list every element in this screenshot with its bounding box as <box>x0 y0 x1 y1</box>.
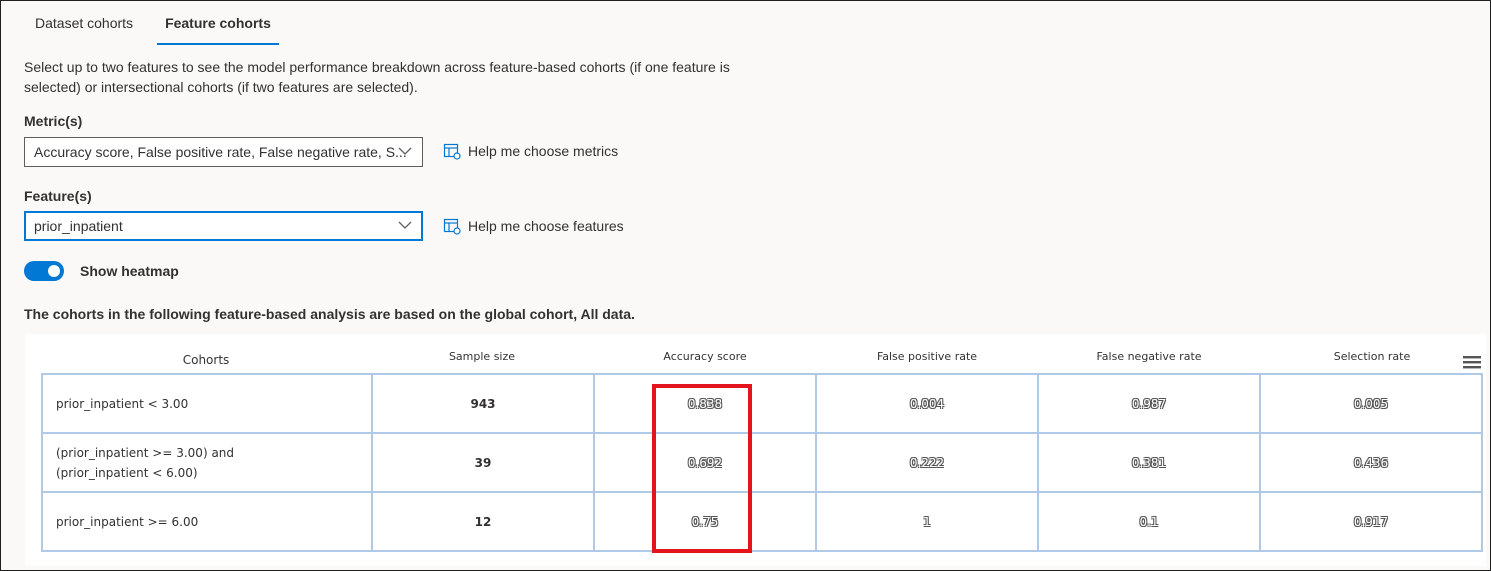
sample-size-cell: 12 <box>371 491 595 552</box>
table-row: prior_inpatient >= 6.00 12 0.75 1 0.1 0.… <box>41 491 1483 552</box>
tab-bar: Dataset cohorts Feature cohorts <box>19 1 287 45</box>
false-negative-rate-cell: 0.987 <box>1037 373 1261 434</box>
selection-rate-cell: 0.005 <box>1259 373 1483 434</box>
tab-feature-cohorts[interactable]: Feature cohorts <box>149 1 287 45</box>
help-choose-metrics-label: Help me choose metrics <box>468 143 619 159</box>
sample-size-cell: 39 <box>371 432 595 493</box>
header-false-negative-rate: False negative rate <box>1096 350 1202 363</box>
cohort-cell: (prior_inpatient >= 3.00) and (prior_inp… <box>41 432 373 493</box>
hamburger-menu-icon[interactable] <box>1463 355 1481 369</box>
cohort-heatmap-table: prior_inpatient < 3.00 943 0.838 0.004 0… <box>41 373 1483 552</box>
help-choose-features-label: Help me choose features <box>468 218 624 234</box>
header-accuracy-score: Accuracy score <box>663 350 747 363</box>
selection-rate-cell: 0.436 <box>1259 432 1483 493</box>
header-false-positive-rate: False positive rate <box>876 350 978 363</box>
false-positive-rate-cell: 0.222 <box>815 432 1039 493</box>
sample-size-cell: 943 <box>371 373 595 434</box>
global-cohort-note: The cohorts in the following feature-bas… <box>24 306 635 322</box>
header-cohorts: Cohorts <box>182 353 230 367</box>
accuracy-cell: 0.692 <box>593 432 817 493</box>
header-selection-rate: Selection rate <box>1333 350 1411 363</box>
chevron-down-icon <box>398 221 412 229</box>
help-choose-features-link[interactable]: Help me choose features <box>443 217 624 235</box>
selection-rate-cell: 0.917 <box>1259 491 1483 552</box>
cohort-cell: prior_inpatient >= 6.00 <box>41 491 373 552</box>
metrics-dropdown-value: Accuracy score, False positive rate, Fal… <box>34 144 407 160</box>
cohort-cell: prior_inpatient < 3.00 <box>41 373 373 434</box>
show-heatmap-label: Show heatmap <box>80 263 179 279</box>
false-positive-rate-cell: 0.004 <box>815 373 1039 434</box>
help-table-icon <box>443 218 461 235</box>
metrics-dropdown[interactable]: Accuracy score, False positive rate, Fal… <box>24 137 423 167</box>
false-positive-rate-cell: 1 <box>815 491 1039 552</box>
help-choose-metrics-link[interactable]: Help me choose metrics <box>443 142 618 160</box>
show-heatmap-toggle[interactable] <box>24 261 64 281</box>
table-row: prior_inpatient < 3.00 943 0.838 0.004 0… <box>41 373 1483 434</box>
help-table-icon <box>443 143 461 160</box>
features-label: Feature(s) <box>24 188 92 204</box>
features-dropdown[interactable]: prior_inpatient <box>24 211 423 241</box>
false-negative-rate-cell: 0.381 <box>1037 432 1261 493</box>
features-dropdown-value: prior_inpatient <box>34 218 123 234</box>
intro-text: Select up to two features to see the mod… <box>24 59 730 95</box>
chevron-down-icon <box>398 147 412 155</box>
metrics-label: Metric(s) <box>24 113 83 129</box>
table-row: (prior_inpatient >= 3.00) and (prior_inp… <box>41 432 1483 493</box>
false-negative-rate-cell: 0.1 <box>1037 491 1261 552</box>
tab-dataset-cohorts[interactable]: Dataset cohorts <box>19 1 149 45</box>
accuracy-cell: 0.75 <box>593 491 817 552</box>
header-sample-size: Sample size <box>448 350 516 363</box>
accuracy-cell: 0.838 <box>593 373 817 434</box>
heatmap-toggle-row: Show heatmap <box>24 261 179 281</box>
